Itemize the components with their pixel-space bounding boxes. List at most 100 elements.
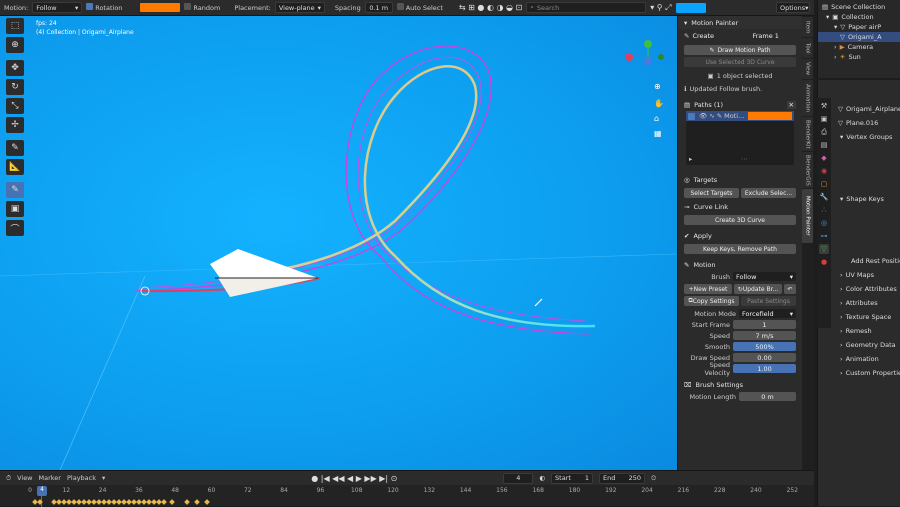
keep-keys-button[interactable]: Keep Keys, Remove Path xyxy=(684,244,796,254)
camera-clock-icon[interactable]: ⏲ xyxy=(651,474,656,483)
particles-tab-icon[interactable]: ∴ xyxy=(819,205,829,215)
keyframe-marker[interactable] xyxy=(194,499,200,505)
curve-tool-icon[interactable]: ⌒ xyxy=(6,220,24,236)
brush-dropdown[interactable]: Follow ▾ xyxy=(733,272,796,281)
paste-settings-button[interactable]: Paste Settings xyxy=(741,296,796,306)
3d-viewport[interactable]: ⊕ ✋ ⌂ ▦ xyxy=(0,16,677,470)
world-tab-icon[interactable]: ◉ xyxy=(819,166,829,176)
checkbox-icon[interactable] xyxy=(688,112,695,120)
timeline-ruler[interactable]: 0 12 24 36 48 60 72 84 96 108 120 132 144 156 168 180 19… xyxy=(0,487,814,497)
use-selected-curve-button[interactable]: Use Selected 3D Curve xyxy=(684,57,796,67)
keyframe-marker[interactable] xyxy=(161,499,167,505)
output-tab-icon[interactable]: ⎙ xyxy=(819,127,829,137)
autoselect-toggle[interactable]: Auto Select xyxy=(396,3,443,12)
motion-dropdown[interactable]: Follow ▾ xyxy=(32,2,83,13)
new-preset-button[interactable]: + New Preset xyxy=(684,284,732,294)
gizmo-neg-axis[interactable] xyxy=(658,54,664,60)
timeline-playback-menu[interactable]: Playback xyxy=(67,474,96,482)
playback-controls[interactable]: ● |◀ ◀◀ ◀ ▶ ▶▶ ▶| ⊙ xyxy=(311,474,397,483)
pencil-icon[interactable]: ✎ xyxy=(717,112,722,120)
search-input[interactable]: ⌕ Search xyxy=(526,2,647,13)
gizmo-x-axis[interactable] xyxy=(625,53,633,61)
curve-link-header[interactable]: ⊸ Curve Link xyxy=(678,200,802,213)
select-targets-button[interactable]: Select Targets xyxy=(684,188,739,198)
material-tab-icon[interactable]: ● xyxy=(819,257,829,267)
tab-animation[interactable]: Animation xyxy=(802,80,813,116)
spacing-field[interactable]: 0.1 m xyxy=(364,2,393,13)
gizmo-z-axis[interactable] xyxy=(644,57,652,65)
custom-properties-panel[interactable]: › Custom Properties xyxy=(818,366,900,380)
undo-icon[interactable]: ↶ xyxy=(784,284,796,294)
paths-header[interactable]: ▤ Paths (1) ✕ xyxy=(678,98,802,111)
path-item[interactable]: 👁 ∿ ✎ Moti... xyxy=(686,111,794,121)
smooth-slider[interactable]: 500% xyxy=(733,342,796,351)
rotation-checkbox[interactable]: Rotation xyxy=(86,3,122,12)
clock-icon[interactable]: ⏱ xyxy=(6,474,11,483)
constraints-tab-icon[interactable]: ⊶ xyxy=(819,231,829,241)
timeline-marker-menu[interactable]: Marker xyxy=(39,474,61,482)
speed-field[interactable]: 7 m/s xyxy=(733,331,796,340)
update-brush-button[interactable]: ↻ Update Br... xyxy=(734,284,782,294)
outliner-origami[interactable]: ▽ Origami_A xyxy=(818,32,900,42)
resize-handle-icon[interactable]: ⋯ xyxy=(741,155,748,163)
brush-settings-header[interactable]: ⌧ Brush Settings xyxy=(678,378,802,391)
tab-blenderkit[interactable]: BlenderKit xyxy=(802,117,813,151)
playhead-indicator[interactable]: 4 xyxy=(37,486,47,496)
random-toggle[interactable]: Random xyxy=(184,3,220,12)
tab-item[interactable]: Item xyxy=(802,17,813,37)
geometry-data-panel[interactable]: › Geometry Data xyxy=(818,338,900,352)
tab-blendergis[interactable]: BlenderGIS xyxy=(802,152,813,188)
annotate-icon[interactable]: ✎ xyxy=(6,140,24,156)
keyframe-marker[interactable] xyxy=(184,499,190,505)
current-frame-field[interactable]: 4 xyxy=(503,472,534,484)
paths-list[interactable]: 👁 ∿ ✎ Moti... ▸ ⋯ xyxy=(686,111,794,165)
camera-view-icon[interactable]: ⌂ xyxy=(654,114,659,123)
motion-mode-dropdown[interactable]: Forcefield ▾ xyxy=(739,309,796,318)
start-frame-field[interactable]: 1 xyxy=(733,320,796,329)
extra-tool-icons[interactable]: ▾ ⚲ ⤢ xyxy=(650,3,671,13)
motion-header[interactable]: ✎ Motion xyxy=(678,258,802,271)
play-icon[interactable]: ▸ xyxy=(689,155,692,163)
draw-speed-field[interactable]: 0.00 xyxy=(733,353,796,362)
scale-icon[interactable]: ⤡ xyxy=(6,98,24,114)
object-tab-icon[interactable]: ▢ xyxy=(819,179,829,189)
zoom-icon[interactable]: ⊕ xyxy=(654,82,661,91)
cursor-icon[interactable]: ⊕ xyxy=(6,37,24,53)
frame-field[interactable]: Frame 1 xyxy=(735,32,796,40)
draw-motion-path-button[interactable]: ✎ Draw Motion Path xyxy=(684,45,796,55)
close-icon[interactable]: ✕ xyxy=(786,100,796,109)
panel-header[interactable]: ▾ Motion Painter xyxy=(678,16,802,29)
keyframe-marker[interactable] xyxy=(204,499,210,505)
tab-view[interactable]: View xyxy=(802,59,813,79)
outliner-collection[interactable]: ▾ ▣ Collection xyxy=(818,12,900,22)
outliner-scene-collection[interactable]: ▤ Scene Collection xyxy=(818,2,900,12)
pan-hand-icon[interactable]: ✋ xyxy=(654,98,664,108)
options-dropdown[interactable]: Options ▾ xyxy=(776,2,810,13)
grid-view-icon[interactable]: ▦ xyxy=(654,129,662,138)
snap-icons[interactable]: ⇆ ⊞ ● ◐ ◑ ◒ ⊡ xyxy=(459,3,522,12)
tool-tab-icon[interactable]: ⚒ xyxy=(819,101,829,111)
color-indicator[interactable] xyxy=(675,2,706,13)
path-color-swatch[interactable] xyxy=(748,112,792,120)
outliner-camera[interactable]: › ▶ Camera xyxy=(818,42,900,52)
eye-icon[interactable]: 👁 xyxy=(699,112,707,120)
end-frame-field[interactable]: End 250 xyxy=(599,472,646,484)
start-frame-field[interactable]: Start 1 xyxy=(551,472,594,484)
curve-icon[interactable]: ∿ xyxy=(709,112,714,120)
animation-panel[interactable]: › Animation xyxy=(818,352,900,366)
targets-header[interactable]: ◎ Targets xyxy=(678,173,802,186)
keyframe-marker[interactable] xyxy=(169,499,175,505)
motion-length-field[interactable]: 0 m xyxy=(739,392,796,401)
brush-color-swatch[interactable] xyxy=(140,3,181,12)
apply-header[interactable]: ✔ Apply xyxy=(678,229,802,242)
physics-tab-icon[interactable]: ◎ xyxy=(819,218,829,228)
measure-icon[interactable]: 📐 xyxy=(6,159,24,175)
modifier-tab-icon[interactable]: 🔧 xyxy=(819,192,829,202)
rotate-icon[interactable]: ↻ xyxy=(6,79,24,95)
scene-tab-icon[interactable]: ◆ xyxy=(819,153,829,163)
copy-settings-button[interactable]: ⧉ Copy Settings xyxy=(684,296,739,306)
mesh-data-tab-icon[interactable]: ▽ xyxy=(819,244,829,254)
outliner-sun[interactable]: › ☀ Sun xyxy=(818,52,900,62)
motion-paint-tool-icon[interactable]: ✎ xyxy=(6,182,24,198)
create-3d-curve-button[interactable]: Create 3D Curve xyxy=(684,215,796,225)
